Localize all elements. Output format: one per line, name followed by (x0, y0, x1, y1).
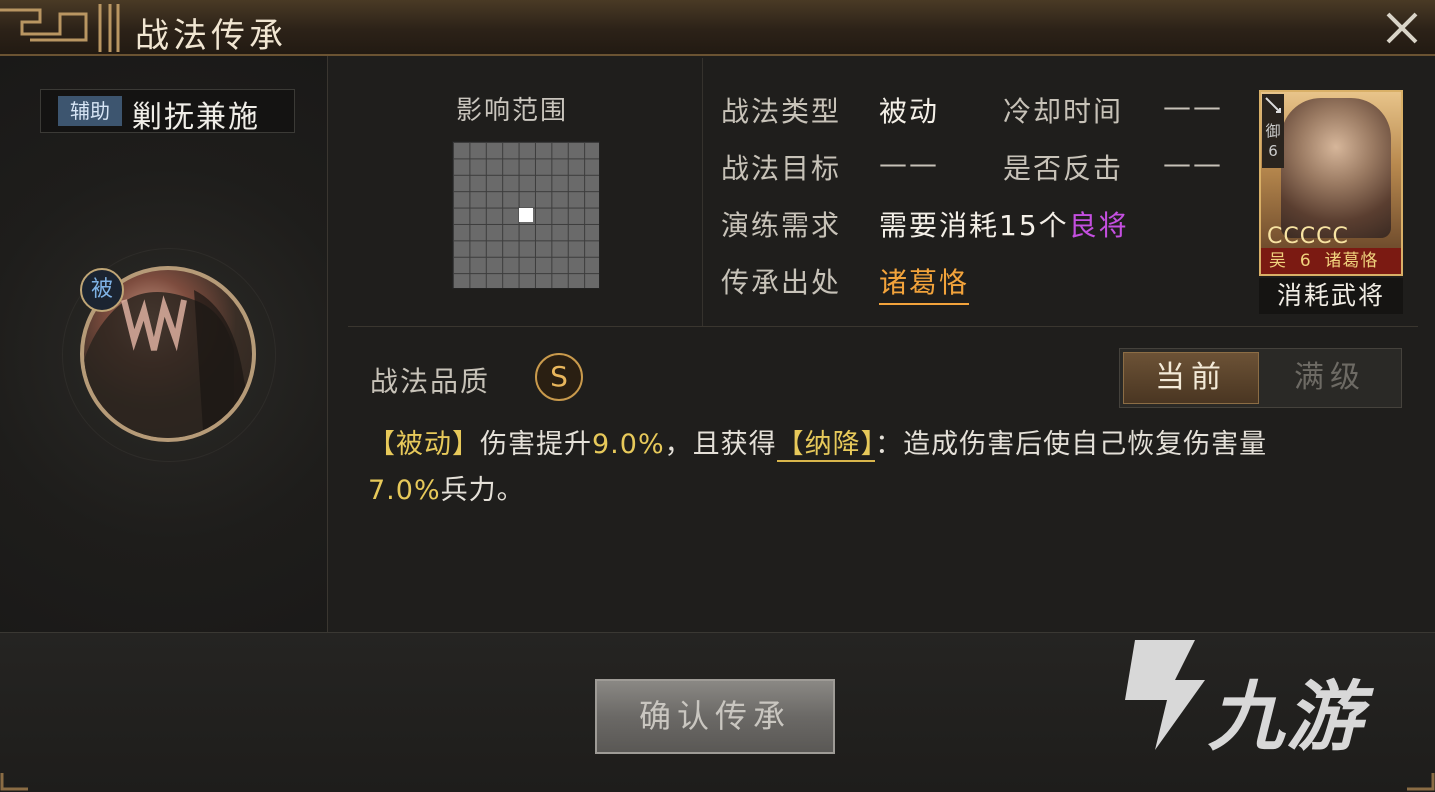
divider-vertical (702, 58, 703, 326)
troop-level: 6 (1268, 142, 1278, 160)
confirm-inherit-button[interactable]: 确认传承 (595, 679, 835, 754)
source-label: 传承出处 (721, 266, 842, 299)
target-label: 战法目标 (721, 152, 842, 185)
general-portrait-image (1281, 98, 1391, 238)
general-faction: 吴 (1269, 251, 1287, 271)
skill-name: 剿抚兼施 (132, 100, 260, 135)
target-value: —— (879, 147, 939, 180)
divider-horizontal (348, 326, 1418, 327)
counter-value: —— (1163, 147, 1223, 180)
general-card[interactable]: 御 6 CCCCC 吴 6 诸葛恪 (1259, 90, 1403, 276)
general-name: 诸葛恪 (1324, 251, 1379, 271)
tab-current[interactable]: 当前 (1123, 352, 1259, 404)
counter-label: 是否反击 (1003, 152, 1124, 185)
cooldown-label: 冷却时间 (1003, 95, 1124, 128)
title-bar: 战法传承 (0, 0, 1435, 56)
close-icon[interactable] (1380, 8, 1424, 48)
range-label: 影响范围 (456, 96, 569, 126)
category-badge: 辅助 (58, 96, 122, 126)
source-link[interactable]: 诸葛恪 (879, 261, 970, 305)
title-ornament-icon (0, 4, 120, 52)
troop-type: 御 (1265, 122, 1281, 140)
type-label: 战法类型 (721, 95, 842, 128)
general-stars: CCCCC (1267, 224, 1349, 249)
corner-ornament-icon (1407, 773, 1435, 791)
watermark-text: 九游 (1208, 672, 1364, 761)
corner-ornament-icon (0, 773, 28, 791)
general-cost: 6 (1299, 251, 1312, 271)
status-link-najiang[interactable]: 【纳降】 (776, 429, 876, 462)
quality-label: 战法品质 (370, 365, 491, 398)
skill-description: 【被动】伤害提升9.0%，且获得【纳降】：造成伤害后使自己恢复伤害量 7.0%兵… (368, 429, 1268, 506)
passive-mark-icon: 被 (80, 268, 124, 312)
requirement-value: 需要消耗15个良将 (879, 209, 1129, 242)
consume-general-label: 消耗武将 (1259, 278, 1403, 314)
tab-max[interactable]: 满级 (1262, 352, 1398, 404)
quality-grade-badge: S (535, 353, 583, 401)
weapon-icon (1265, 97, 1281, 113)
window-title: 战法传承 (135, 16, 287, 56)
type-value: 被动 (879, 95, 940, 128)
requirement-label: 演练需求 (721, 209, 842, 242)
requirement-quality: 良将 (1068, 209, 1129, 242)
general-info-bar: 吴 6 诸葛恪 (1261, 248, 1401, 274)
range-highlight-cell (519, 208, 533, 222)
cooldown-value: —— (1163, 90, 1223, 123)
